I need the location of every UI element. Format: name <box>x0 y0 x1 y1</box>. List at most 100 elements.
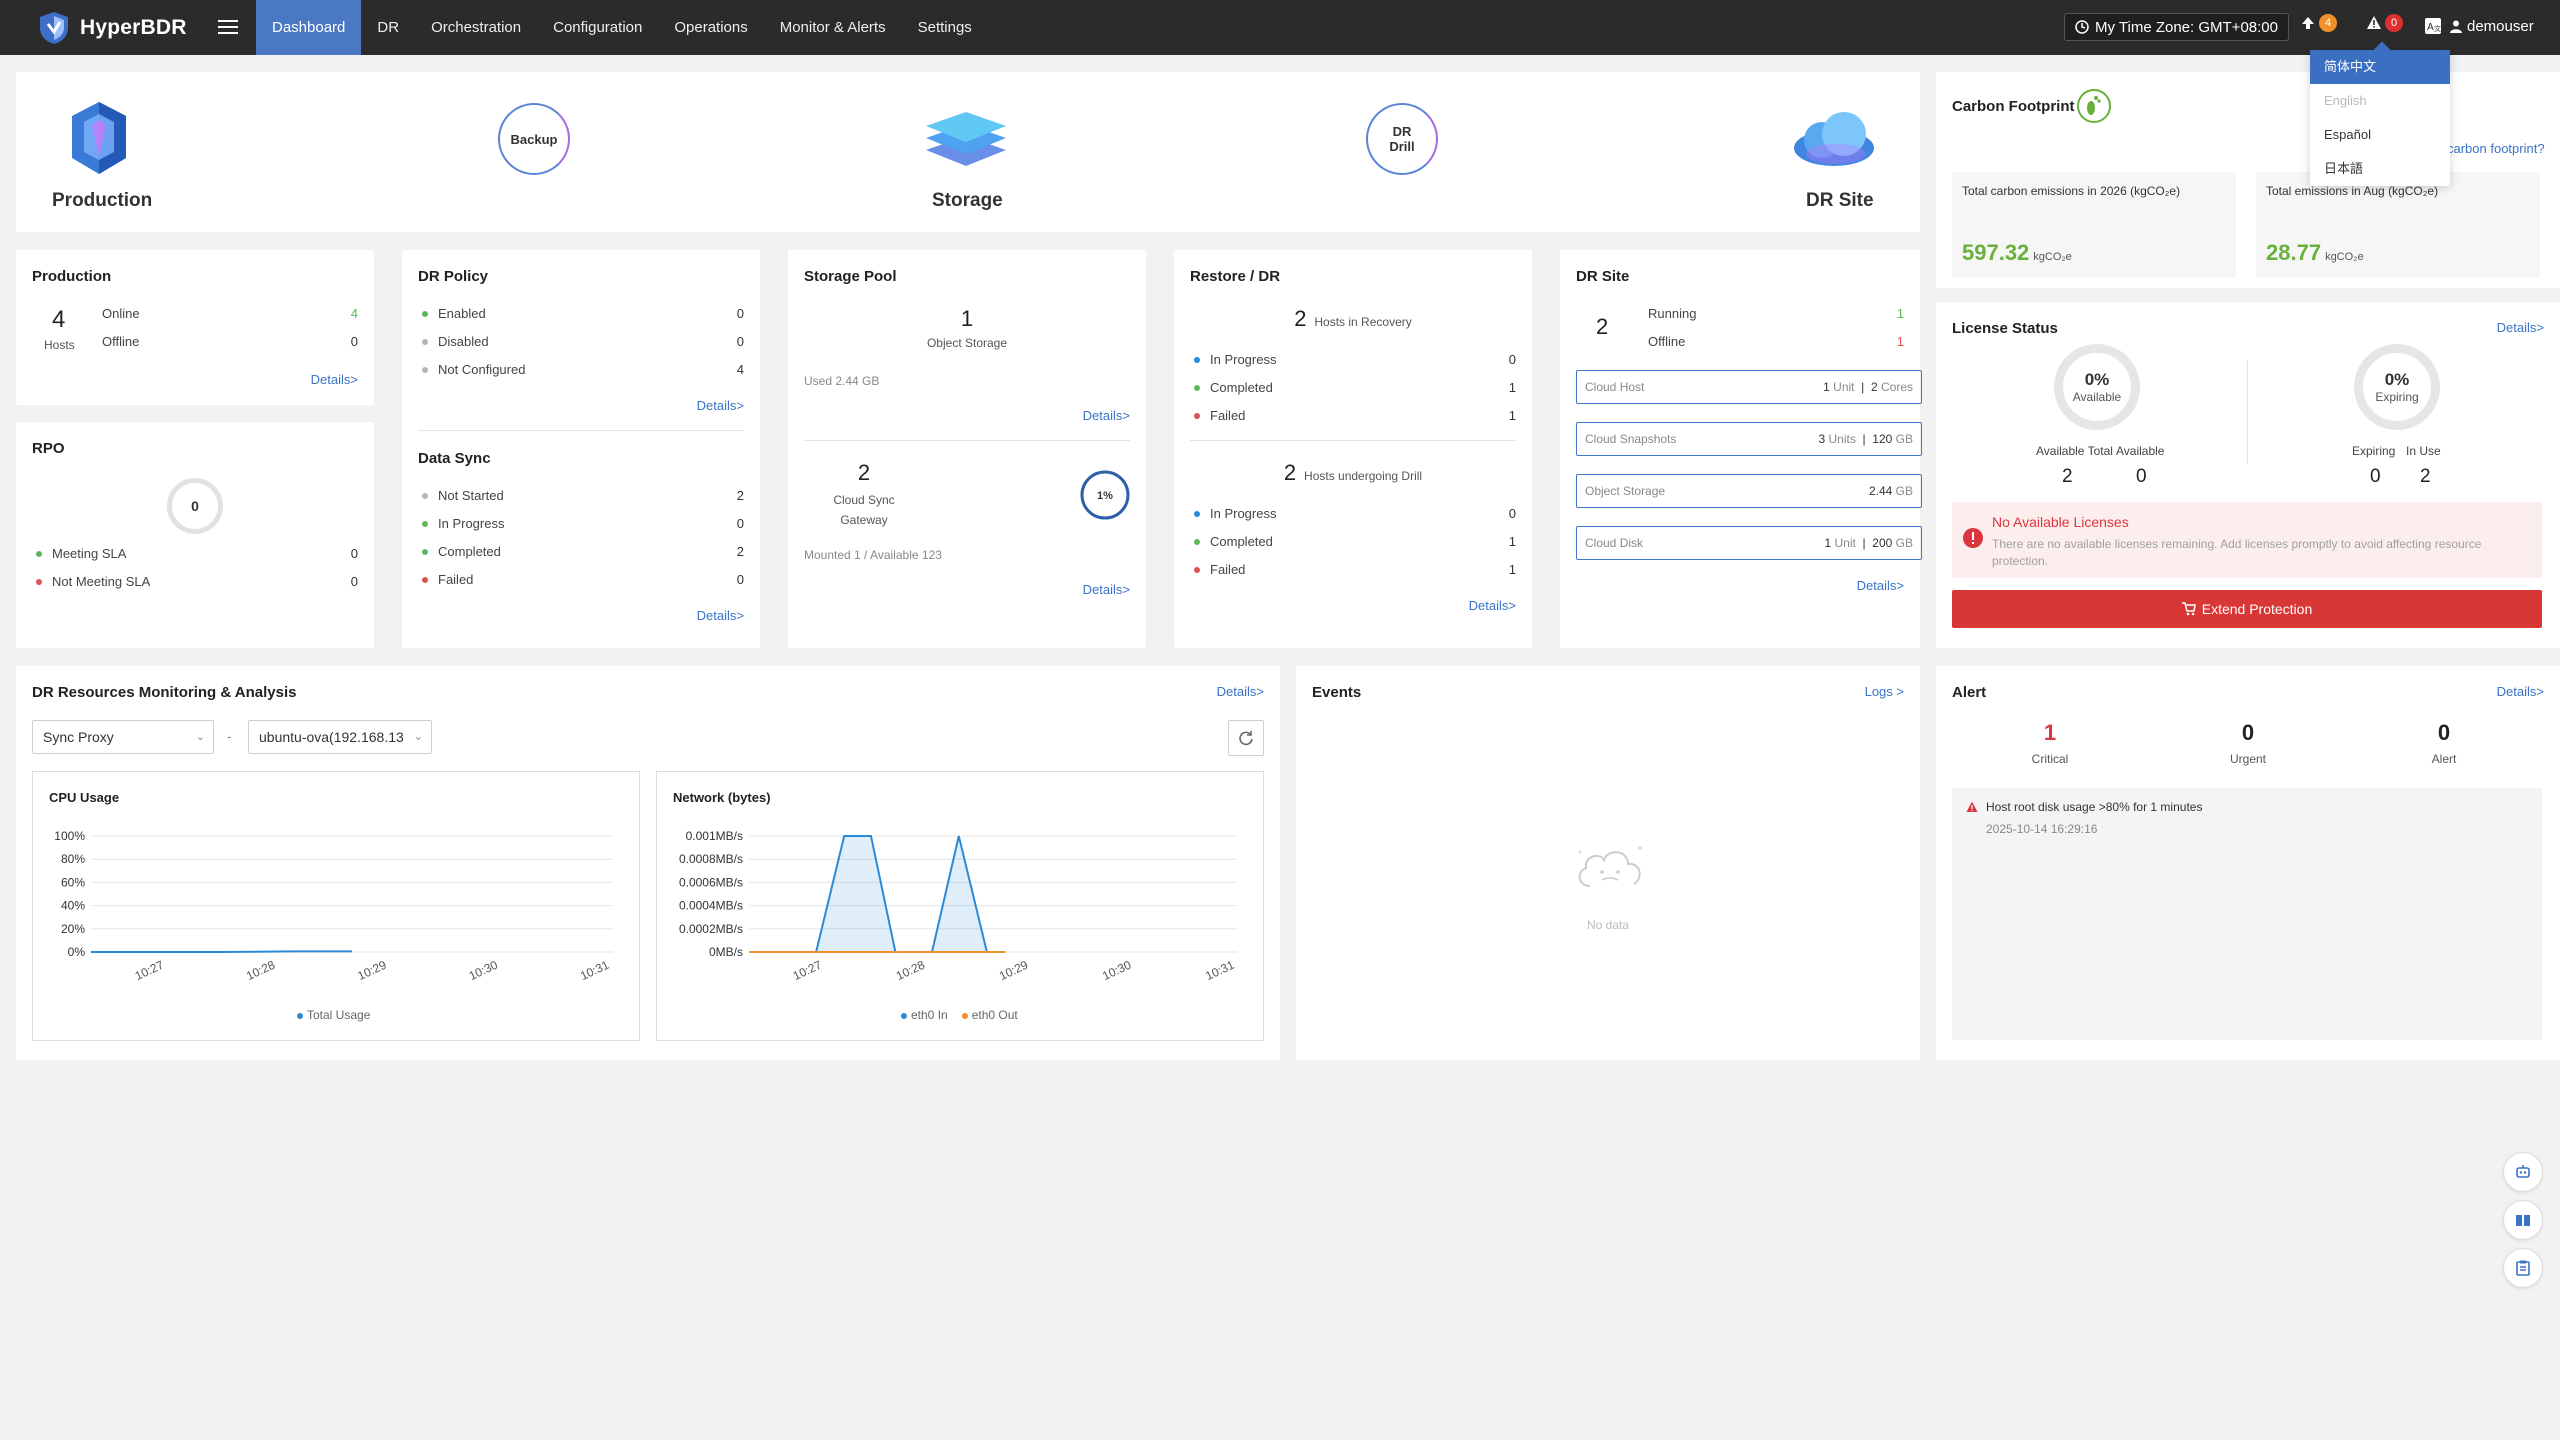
dr-drill-stage[interactable]: DR Drill <box>1366 103 1438 175</box>
storage-label: Storage <box>932 190 1003 211</box>
nav-configuration[interactable]: Configuration <box>537 0 658 55</box>
dr-site-offline-label: Offline <box>1648 334 1686 349</box>
clipboard-button[interactable] <box>2503 1248 2543 1288</box>
gateway-details-link[interactable]: Details> <box>1083 582 1130 597</box>
cart-icon <box>2181 602 2196 616</box>
dr-site-running-label: Running <box>1648 306 1697 321</box>
upgrade-notifications[interactable]: 4 <box>2300 14 2337 32</box>
extend-protection-button[interactable]: Extend Protection <box>1952 590 2542 628</box>
production-card: Production 4 Hosts Online 4 Offline 0 De… <box>16 250 374 405</box>
cloud-disk-box: Cloud Disk 1 Unit | 200 GB <box>1576 526 1922 560</box>
dr-site-details-link[interactable]: Details> <box>1857 578 1904 593</box>
alert-item[interactable]: Host root disk usage >80% for 1 minutes … <box>1966 800 2202 836</box>
alert-critical[interactable]: 1 Critical <box>1990 720 2110 766</box>
refresh-button[interactable] <box>1228 720 1264 756</box>
warning-icon <box>1966 801 1978 812</box>
main-nav: Dashboard DR Orchestration Configuration… <box>256 0 988 55</box>
backup-label: Backup <box>510 131 558 147</box>
alert-item-text: Host root disk usage >80% for 1 minutes <box>1986 800 2203 814</box>
network-legend-in: eth0 In <box>901 1008 948 1022</box>
gateway-count: 2 <box>857 460 871 485</box>
storage-pool-title: Storage Pool <box>804 268 897 285</box>
policy-not-configured-row: Not Configured <box>422 362 525 377</box>
dr-site-running-value: 1 <box>1896 306 1904 321</box>
recovery-completed-row: Completed <box>1194 380 1273 395</box>
sync-completed-value: 2 <box>736 544 744 559</box>
nav-orchestration[interactable]: Orchestration <box>415 0 537 55</box>
x-tick-label: 10:29 <box>997 958 1030 984</box>
x-tick-label: 10:28 <box>894 958 927 984</box>
error-icon <box>1963 528 1983 548</box>
docs-button[interactable] <box>2503 1200 2543 1240</box>
dr-site-count: 2 <box>1596 314 1609 339</box>
production-online-label: Online <box>102 306 140 321</box>
x-tick-label: 10:30 <box>1100 958 1133 984</box>
x-tick-label: 10:27 <box>791 958 824 984</box>
app-logo[interactable]: HyperBDR <box>36 10 187 46</box>
y-tick-label: 20% <box>61 922 85 936</box>
alert-item-time: 2025-10-14 16:29:16 <box>1986 822 2098 836</box>
policy-details-link[interactable]: Details> <box>697 398 744 413</box>
nav-dr[interactable]: DR <box>361 0 415 55</box>
drill-summary: 2 Hosts undergoing Drill <box>1283 460 1423 485</box>
production-online-value: 4 <box>350 306 358 321</box>
drill-failed-row: Failed <box>1194 562 1245 577</box>
alert-notifications[interactable]: 0 <box>2366 14 2403 32</box>
recovery-failed-value: 1 <box>1508 408 1516 423</box>
nav-monitor-alerts[interactable]: Monitor & Alerts <box>764 0 902 55</box>
recovery-in-progress-row: In Progress <box>1194 352 1276 367</box>
dr-drill-label-2: Drill <box>1389 139 1415 154</box>
robot-assistant-button[interactable] <box>2503 1152 2543 1192</box>
user-menu[interactable]: demouser <box>2450 18 2534 35</box>
lang-ja[interactable]: 日本語 <box>2310 152 2450 186</box>
dr-policy-card: DR Policy Enabled 0 Disabled 0 Not Confi… <box>402 250 760 648</box>
language-icon[interactable]: A文 <box>2424 17 2442 38</box>
timezone-selector[interactable]: My Time Zone: GMT+08:00 <box>2064 13 2289 41</box>
alert-alert[interactable]: 0 Alert <box>2384 720 2504 766</box>
expiring-value: 0 <box>2370 466 2381 487</box>
lang-zh[interactable]: 简体中文 <box>2310 50 2450 84</box>
policy-separator <box>418 430 744 431</box>
alert-urgent[interactable]: 0 Urgent <box>2188 720 2308 766</box>
proxy-select[interactable]: Sync Proxy ⌄ <box>32 720 214 754</box>
alert-details-link[interactable]: Details> <box>2497 684 2544 699</box>
rpo-not-meeting-row: Not Meeting SLA <box>36 574 150 589</box>
events-logs-link[interactable]: Logs > <box>1865 684 1904 699</box>
gateway-usage-ring: 1% <box>1080 470 1130 520</box>
language-dropdown: 简体中文 English Español 日本語 <box>2310 41 2450 186</box>
sync-details-link[interactable]: Details> <box>697 608 744 623</box>
monitoring-card: DR Resources Monitoring & Analysis Detai… <box>16 666 1280 1060</box>
nav-operations[interactable]: Operations <box>658 0 763 55</box>
events-title: Events <box>1312 684 1362 701</box>
sync-failed-row: Failed <box>422 572 473 587</box>
lang-es[interactable]: Español <box>2310 118 2450 152</box>
menu-toggle-icon[interactable] <box>218 17 238 37</box>
storage-separator <box>804 440 1130 441</box>
nav-settings[interactable]: Settings <box>902 0 988 55</box>
rpo-ring: 0 <box>167 478 223 534</box>
available-ring: 0% Available <box>2054 344 2140 430</box>
license-divider <box>2247 360 2248 464</box>
production-host-count: 4 <box>52 306 66 333</box>
carbon-footprint-link[interactable]: carbon footprint? <box>2447 141 2545 156</box>
monitoring-details-link[interactable]: Details> <box>1217 684 1264 699</box>
x-tick-label: 10:28 <box>244 958 277 984</box>
expiring-ring: 0% Expiring <box>2354 344 2440 430</box>
policy-disabled-value: 0 <box>736 334 744 349</box>
series-line-total-usage <box>91 950 352 953</box>
restore-details-link[interactable]: Details> <box>1469 598 1516 613</box>
rpo-title: RPO <box>32 440 65 457</box>
robot-icon <box>2516 1165 2530 1178</box>
sync-failed-value: 0 <box>736 572 744 587</box>
storage-details-link[interactable]: Details> <box>1083 408 1130 423</box>
license-details-link[interactable]: Details> <box>2497 320 2544 335</box>
production-details-link[interactable]: Details> <box>311 372 358 387</box>
nav-dashboard[interactable]: Dashboard <box>256 0 362 55</box>
drill-in-progress-value: 0 <box>1508 506 1516 521</box>
backup-stage[interactable]: Backup <box>498 103 570 175</box>
top-nav-bar: HyperBDR Dashboard DR Orchestration Conf… <box>0 0 2560 55</box>
rpo-meeting-value: 0 <box>350 546 358 561</box>
host-select[interactable]: ubuntu-ova(192.168.13 ⌄ <box>248 720 432 754</box>
select-separator: - <box>227 728 232 744</box>
object-storage-box: Object Storage 2.44 GB <box>1576 474 1922 508</box>
